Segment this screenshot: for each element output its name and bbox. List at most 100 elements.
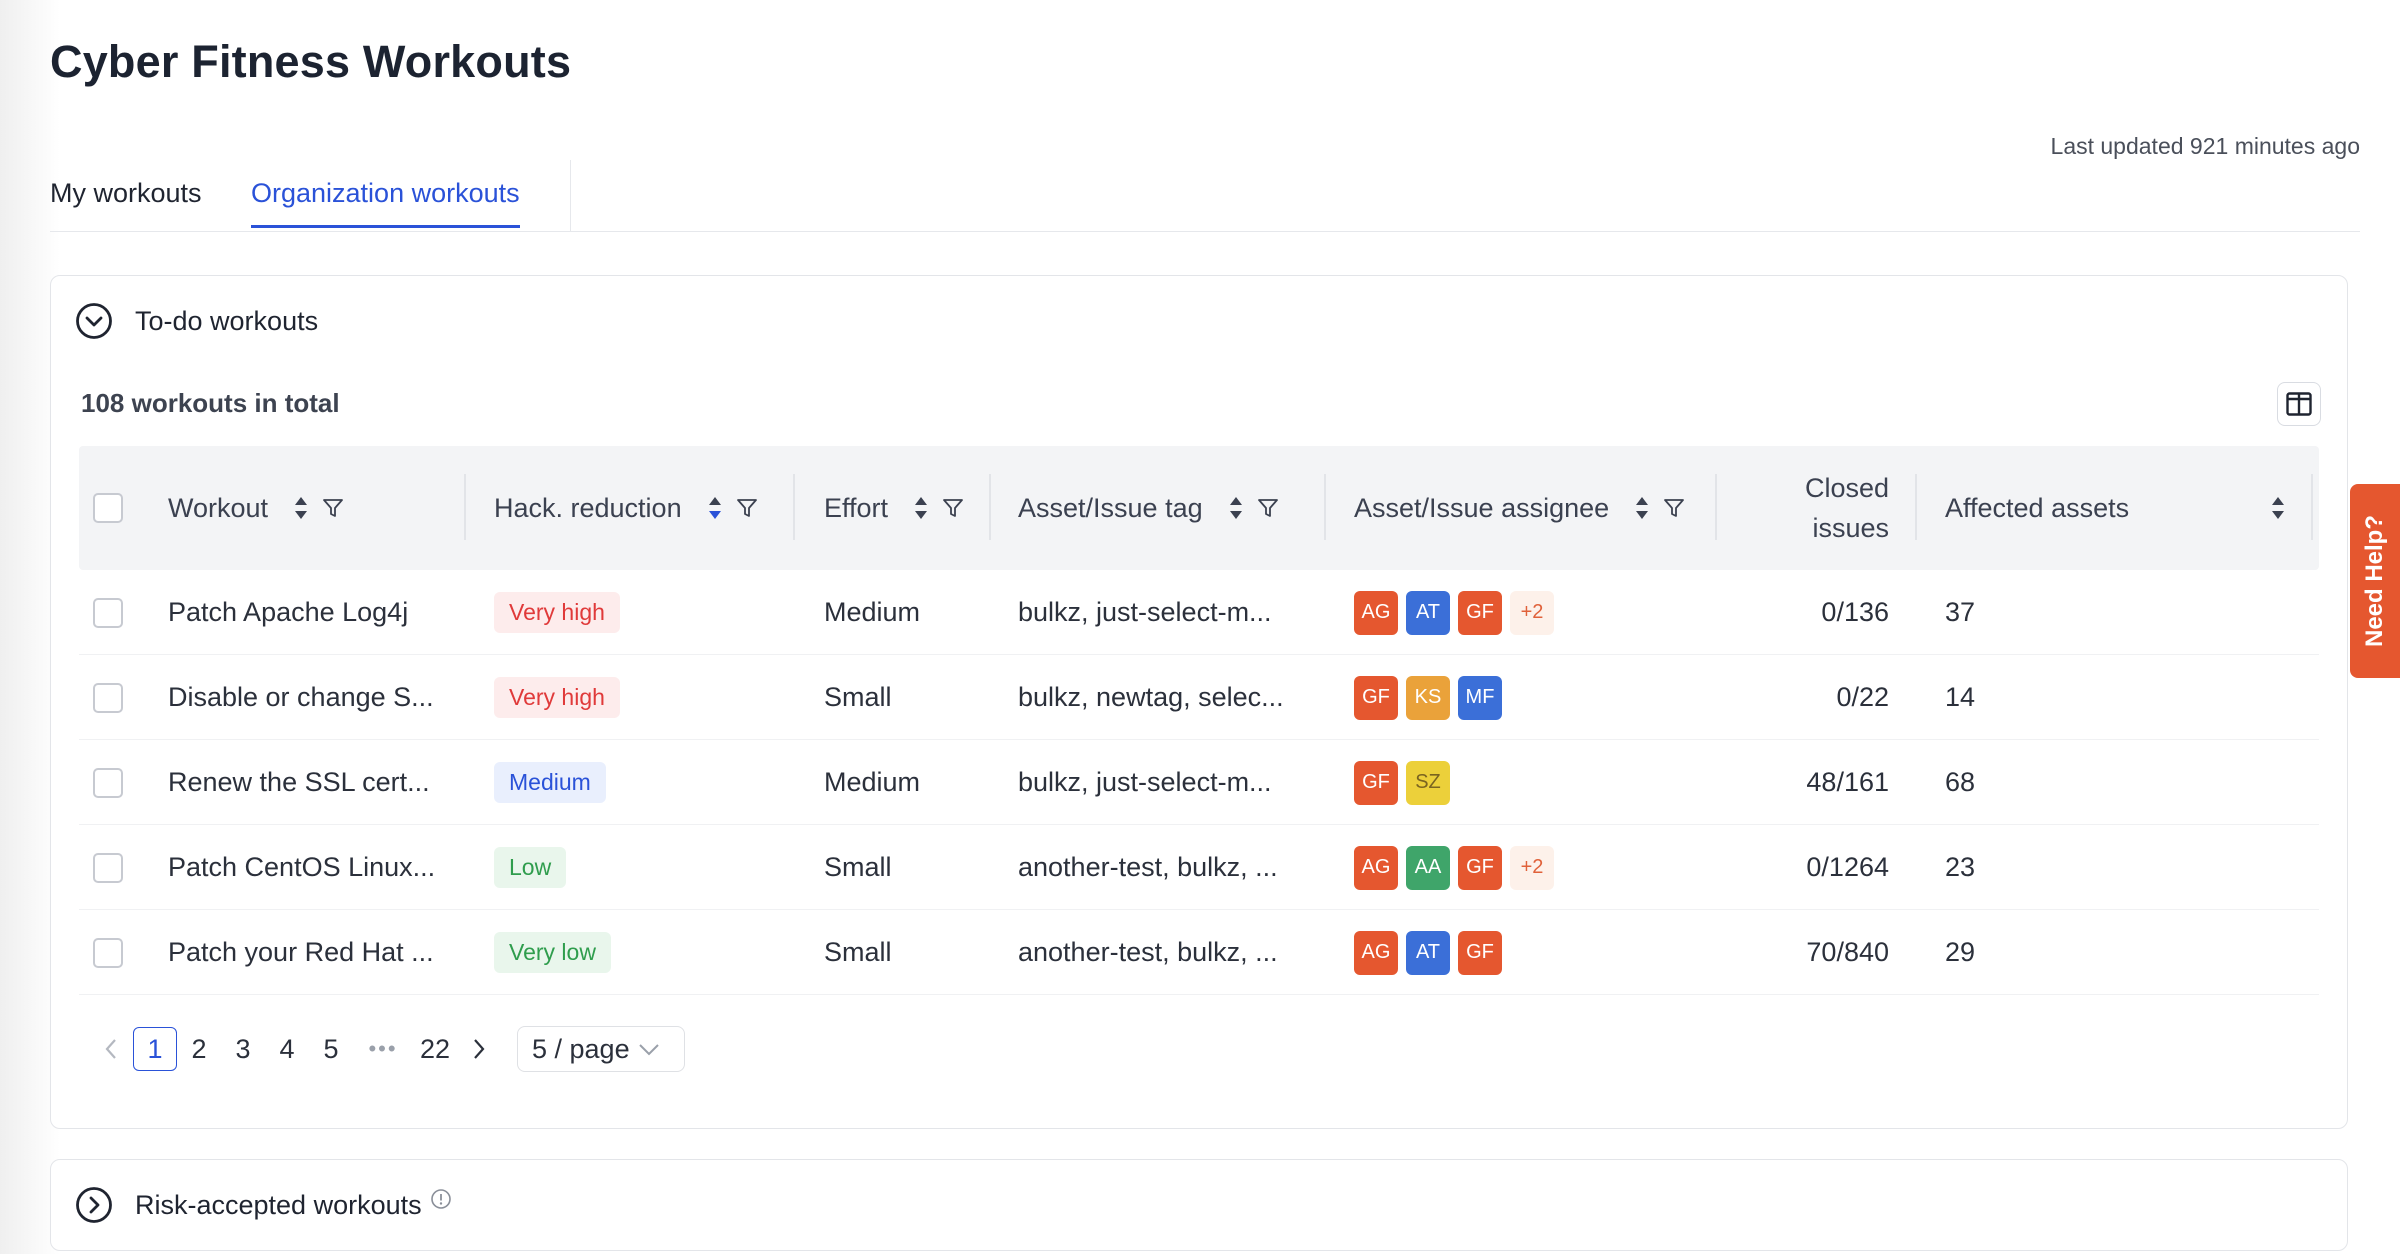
avatar: GF <box>1458 930 1502 975</box>
page-4[interactable]: 4 <box>265 1027 309 1071</box>
sort-icon[interactable] <box>914 495 928 521</box>
chevron-right-icon <box>474 1039 485 1059</box>
page: Cyber Fitness Workouts Last updated 921 … <box>50 0 2360 1254</box>
header-divider <box>1324 474 1326 540</box>
more-assignees-badge[interactable]: +2 <box>1510 845 1554 890</box>
assignee-avatars: AG AT GF +2 <box>1354 590 1554 635</box>
effort-value: Medium <box>824 597 921 627</box>
todo-workouts-card: To-do workouts 108 workouts in total Wor… <box>50 275 2348 1129</box>
effort-value: Small <box>824 682 892 712</box>
filter-icon[interactable] <box>736 497 758 519</box>
table-row[interactable]: Patch Apache Log4j Very high Medium bulk… <box>79 570 2319 655</box>
chevron-down-circle-icon <box>76 303 112 339</box>
row-checkbox[interactable] <box>93 682 123 713</box>
risk-section-toggle[interactable]: Risk-accepted workouts <box>75 1186 452 1224</box>
prev-page-button[interactable] <box>89 1027 133 1071</box>
info-icon[interactable] <box>430 1188 452 1210</box>
col-affected-assets[interactable]: Affected assets <box>1945 446 2285 570</box>
page-ellipsis[interactable]: ••• <box>353 1027 413 1071</box>
col-effort-label: Effort <box>824 492 889 523</box>
col-effort[interactable]: Effort <box>824 446 964 570</box>
closed-issues-value: 0/22 <box>1836 682 1889 712</box>
sort-icon[interactable] <box>1635 495 1649 521</box>
affected-assets-value: 68 <box>1945 767 1976 797</box>
sort-desc-icon[interactable] <box>708 495 722 521</box>
col-workout[interactable]: Workout <box>168 446 344 570</box>
sort-icon[interactable] <box>294 495 308 521</box>
header-divider <box>2311 474 2313 540</box>
header-divider <box>1715 474 1717 540</box>
assignee-avatars: GF SZ <box>1354 760 1450 805</box>
avatar: GF <box>1354 675 1398 720</box>
need-help-tab[interactable]: Need Help? <box>2350 484 2400 678</box>
avatar: MF <box>1458 675 1502 720</box>
affected-assets-value: 29 <box>1945 937 1976 967</box>
table-header: Workout Hack. reduction Effort Asset/Iss… <box>79 446 2319 570</box>
page-size-select[interactable]: 5 / page <box>517 1026 685 1072</box>
page-1[interactable]: 1 <box>133 1027 177 1071</box>
avatar: SZ <box>1406 760 1450 805</box>
hack-reduction-badge: Very low <box>494 932 611 973</box>
workout-name[interactable]: Renew the SSL cert... <box>168 740 430 825</box>
col-asset-issue-tag[interactable]: Asset/Issue tag <box>1018 446 1279 570</box>
closed-issues-value: 0/1264 <box>1806 852 1889 882</box>
table-row[interactable]: Patch CentOS Linux... Low Small another-… <box>79 825 2319 910</box>
tag-value: another-test, bulkz, ... <box>1018 852 1278 882</box>
workout-name[interactable]: Patch CentOS Linux... <box>168 825 435 910</box>
last-updated-text: Last updated 921 minutes ago <box>2050 133 2360 159</box>
more-assignees-badge[interactable]: +2 <box>1510 590 1554 635</box>
workouts-table: Workout Hack. reduction Effort Asset/Iss… <box>79 446 2319 995</box>
workout-name[interactable]: Patch your Red Hat ... <box>168 910 434 995</box>
select-all-checkbox[interactable] <box>93 493 123 523</box>
tab-organization-workouts[interactable]: Organization workouts <box>251 178 520 228</box>
header-divider <box>464 474 466 540</box>
workout-name[interactable]: Disable or change S... <box>168 655 434 740</box>
sort-icon[interactable] <box>2271 495 2285 521</box>
page-last[interactable]: 22 <box>413 1027 457 1071</box>
table-row[interactable]: Renew the SSL cert... Medium Medium bulk… <box>79 740 2319 825</box>
closed-issues-value: 48/161 <box>1806 767 1889 797</box>
pagination: 1 2 3 4 5 ••• 22 5 / page <box>89 1026 685 1072</box>
page-5[interactable]: 5 <box>309 1027 353 1071</box>
row-checkbox[interactable] <box>93 937 123 968</box>
filter-icon[interactable] <box>942 497 964 519</box>
row-checkbox[interactable] <box>93 852 123 883</box>
col-hack-reduction[interactable]: Hack. reduction <box>494 446 758 570</box>
col-asset-issue-assignee[interactable]: Asset/Issue assignee <box>1354 446 1685 570</box>
todo-section-toggle[interactable]: To-do workouts <box>75 302 318 340</box>
select-all-cell <box>93 446 123 570</box>
col-closed-issues: Closed issues <box>1739 446 1889 570</box>
tab-my-workouts[interactable]: My workouts <box>50 178 202 225</box>
filter-icon[interactable] <box>322 497 344 519</box>
col-tag-label: Asset/Issue tag <box>1018 492 1203 523</box>
header-divider <box>989 474 991 540</box>
closed-issues-value: 70/840 <box>1806 937 1889 967</box>
col-workout-label: Workout <box>168 492 269 523</box>
table-row[interactable]: Disable or change S... Very high Small b… <box>79 655 2319 740</box>
avatar: AA <box>1406 845 1450 890</box>
page-title: Cyber Fitness Workouts <box>50 36 572 87</box>
avatar: AG <box>1354 845 1398 890</box>
avatar: AG <box>1354 930 1398 975</box>
page-3[interactable]: 3 <box>221 1027 265 1071</box>
todo-section-label: To-do workouts <box>135 305 319 336</box>
column-settings-button[interactable] <box>2277 382 2321 426</box>
hack-reduction-badge: Low <box>494 847 567 888</box>
affected-assets-value: 37 <box>1945 597 1976 627</box>
filter-icon[interactable] <box>1663 497 1685 519</box>
sort-icon[interactable] <box>1229 495 1243 521</box>
tag-value: bulkz, just-select-m... <box>1018 597 1272 627</box>
tag-value: bulkz, just-select-m... <box>1018 767 1272 797</box>
row-checkbox[interactable] <box>93 767 123 798</box>
hack-reduction-badge: Medium <box>494 762 606 803</box>
hack-reduction-badge: Very high <box>494 592 620 633</box>
row-checkbox[interactable] <box>93 597 123 628</box>
table-row[interactable]: Patch your Red Hat ... Very low Small an… <box>79 910 2319 995</box>
next-page-button[interactable] <box>457 1027 501 1071</box>
workout-name[interactable]: Patch Apache Log4j <box>168 570 408 655</box>
effort-value: Small <box>824 937 892 967</box>
page-2[interactable]: 2 <box>177 1027 221 1071</box>
filter-icon[interactable] <box>1257 497 1279 519</box>
avatar: GF <box>1458 590 1502 635</box>
assignee-avatars: AG AA GF +2 <box>1354 845 1554 890</box>
